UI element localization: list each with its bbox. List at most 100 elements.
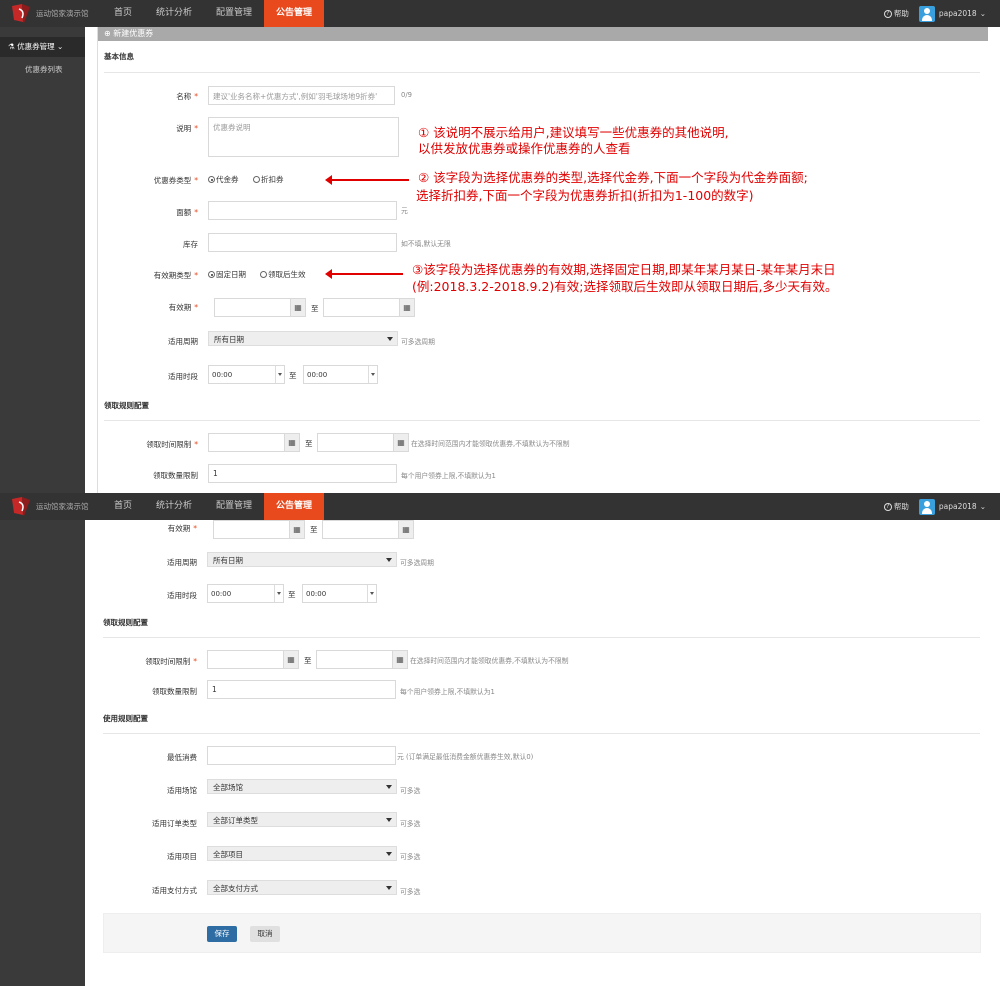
cancel-button[interactable]: 取消 [250, 926, 280, 942]
screenshot-top: 运动馆家演示馆 首页 统计分析 配置管理 公告管理 ? 帮助 papa2018 … [0, 0, 1000, 493]
receive-time-hint: 在选择时间范围内才能领取优惠券,不填默认为不限制 [410, 657, 569, 665]
validity-radio-after[interactable]: 领取后生效 [260, 269, 306, 280]
username[interactable]: papa2018 [939, 502, 977, 511]
validity-end-date[interactable]: ▦ [323, 298, 415, 317]
amount-input[interactable] [208, 201, 397, 220]
order-type-label: 适用订单类型 [152, 819, 197, 828]
week-select[interactable]: 所有日期 [208, 331, 398, 346]
validity-start-date[interactable]: ▦ [213, 520, 305, 539]
stock-hint: 如不填,默认无限 [401, 240, 451, 248]
avatar[interactable] [918, 498, 935, 515]
time-start-select[interactable]: 00:00 [208, 365, 285, 384]
receive-limit-hint: 每个用户领券上限,不填默认为1 [401, 472, 496, 480]
week-label: 适用周期 [168, 337, 198, 346]
receive-end-date[interactable]: ▦ [317, 433, 409, 452]
nav-config[interactable]: 配置管理 [204, 493, 264, 520]
screenshot-bottom: 运动馆家演示馆 首页 统计分析 配置管理 公告管理 ? 帮助 papa2018 … [0, 493, 1000, 986]
item-select[interactable]: 全部项目 [207, 846, 397, 861]
receive-time-label: 领取时间限制 * [145, 657, 197, 666]
week-hint: 可多选周期 [400, 559, 434, 567]
time-label: 适用时段 [167, 591, 197, 600]
calendar-icon[interactable]: ▦ [284, 434, 299, 451]
save-button[interactable]: 保存 [207, 926, 237, 942]
name-input[interactable]: 建议'业务名称+优惠方式',例如'羽毛球场地9折券' [208, 86, 395, 105]
week-select[interactable]: 所有日期 [207, 552, 397, 567]
page-title: 新建优惠券 [113, 29, 154, 38]
receive-limit-hint: 每个用户领券上限,不填默认为1 [400, 688, 495, 696]
radio-icon [260, 271, 267, 278]
chevron-down-icon[interactable]: ⌄ [980, 502, 986, 511]
chevron-down-icon [386, 852, 392, 856]
chevron-down-icon [386, 886, 392, 890]
annotation-2-line1: ② 该字段为选择优惠券的类型,选择代金券,下面一个字段为代金券面额; [418, 170, 808, 185]
receive-start-date[interactable]: ▦ [207, 650, 299, 669]
sidebar-item-coupon-list[interactable]: 优惠券列表 [0, 57, 85, 83]
chevron-down-icon [386, 785, 392, 789]
receive-to: 至 [305, 439, 313, 448]
help-link[interactable]: 帮助 [894, 8, 909, 19]
nav-home[interactable]: 首页 [102, 0, 144, 27]
nav-announcement[interactable]: 公告管理 [264, 493, 325, 520]
username[interactable]: papa2018 [939, 9, 977, 18]
chevron-down-icon [367, 585, 376, 602]
users-icon: ⚗ [8, 42, 15, 51]
form-actions: 保存 取消 [103, 913, 981, 953]
divider [103, 733, 980, 734]
desc-textarea[interactable]: 优惠券说明 [208, 117, 399, 157]
nav-announcement[interactable]: 公告管理 [264, 0, 325, 27]
divider [104, 420, 980, 421]
annotation-2-line2: 选择折扣券,下面一个字段为优惠券折扣(折扣为1-100的数字) [416, 188, 754, 203]
radio-icon [208, 176, 215, 183]
arrow-left-icon [325, 175, 409, 185]
min-spend-input[interactable] [207, 746, 396, 765]
help-icon[interactable]: ? [883, 9, 892, 18]
annotation-1-line2: 以供发放优惠券或操作优惠券的人查看 [418, 141, 631, 156]
validity-radio-fixed[interactable]: 固定日期 [208, 269, 246, 280]
calendar-icon[interactable]: ▦ [290, 299, 305, 316]
time-end-select[interactable]: 00:00 [303, 365, 378, 384]
section-basic: 基本信息 [104, 52, 134, 61]
chevron-down-icon[interactable]: ⌄ [980, 9, 986, 18]
pay-select[interactable]: 全部支付方式 [207, 880, 397, 895]
desc-label: 说明 * [176, 124, 198, 133]
divider [104, 72, 980, 73]
calendar-icon[interactable]: ▦ [289, 521, 304, 538]
help-link[interactable]: 帮助 [894, 501, 909, 512]
stock-label: 库存 [183, 240, 198, 249]
nav-home[interactable]: 首页 [102, 493, 144, 520]
time-start-select[interactable]: 00:00 [207, 584, 284, 603]
receive-end-date[interactable]: ▦ [316, 650, 408, 669]
receive-limit-input[interactable]: 1 [208, 464, 397, 483]
type-radio-discount[interactable]: 折扣券 [253, 174, 284, 185]
annotation-3-line1: ③该字段为选择优惠券的有效期,选择固定日期,即某年某月某日-某年某月末日 [412, 262, 836, 277]
type-radio-voucher[interactable]: 代金券 [208, 174, 239, 185]
calendar-icon[interactable]: ▦ [399, 299, 414, 316]
sidebar-item-coupon-mgmt[interactable]: ⚗ 优惠券管理 ⌄ [0, 37, 85, 57]
receive-to: 至 [304, 656, 312, 665]
calendar-icon[interactable]: ▦ [392, 651, 407, 668]
scene-select[interactable]: 全部场馆 [207, 779, 397, 794]
nav-config[interactable]: 配置管理 [204, 0, 264, 27]
receive-limit-input[interactable]: 1 [207, 680, 396, 699]
section-receive: 领取规则配置 [104, 401, 149, 410]
validity-end-date[interactable]: ▦ [322, 520, 414, 539]
main-content: ⊕ 新建优惠券 基本信息 名称 * 建议'业务名称+优惠方式',例如'羽毛球场地9… [97, 27, 988, 493]
calendar-icon[interactable]: ▦ [398, 521, 413, 538]
avatar[interactable] [918, 5, 935, 22]
help-icon[interactable]: ? [883, 502, 892, 511]
main-content: 有效期 * ▦ 至 ▦ 适用周期 所有日期 可多选周期 适用时段 00:00 至 … [97, 520, 988, 986]
time-end-select[interactable]: 00:00 [302, 584, 377, 603]
receive-start-date[interactable]: ▦ [208, 433, 300, 452]
section-use: 使用规则配置 [103, 714, 148, 723]
validity-start-date[interactable]: ▦ [214, 298, 306, 317]
calendar-icon[interactable]: ▦ [393, 434, 408, 451]
order-type-select[interactable]: 全部订单类型 [207, 812, 397, 827]
brand-name: 运动馆家演示馆 [36, 502, 89, 511]
chevron-down-icon: ⌄ [57, 42, 64, 51]
nav-stats[interactable]: 统计分析 [144, 0, 204, 27]
receive-time-label: 领取时间限制 * [146, 440, 198, 449]
nav-stats[interactable]: 统计分析 [144, 493, 204, 520]
stock-input[interactable] [208, 233, 397, 252]
calendar-icon[interactable]: ▦ [283, 651, 298, 668]
min-spend-label: 最低消费 [167, 753, 197, 762]
